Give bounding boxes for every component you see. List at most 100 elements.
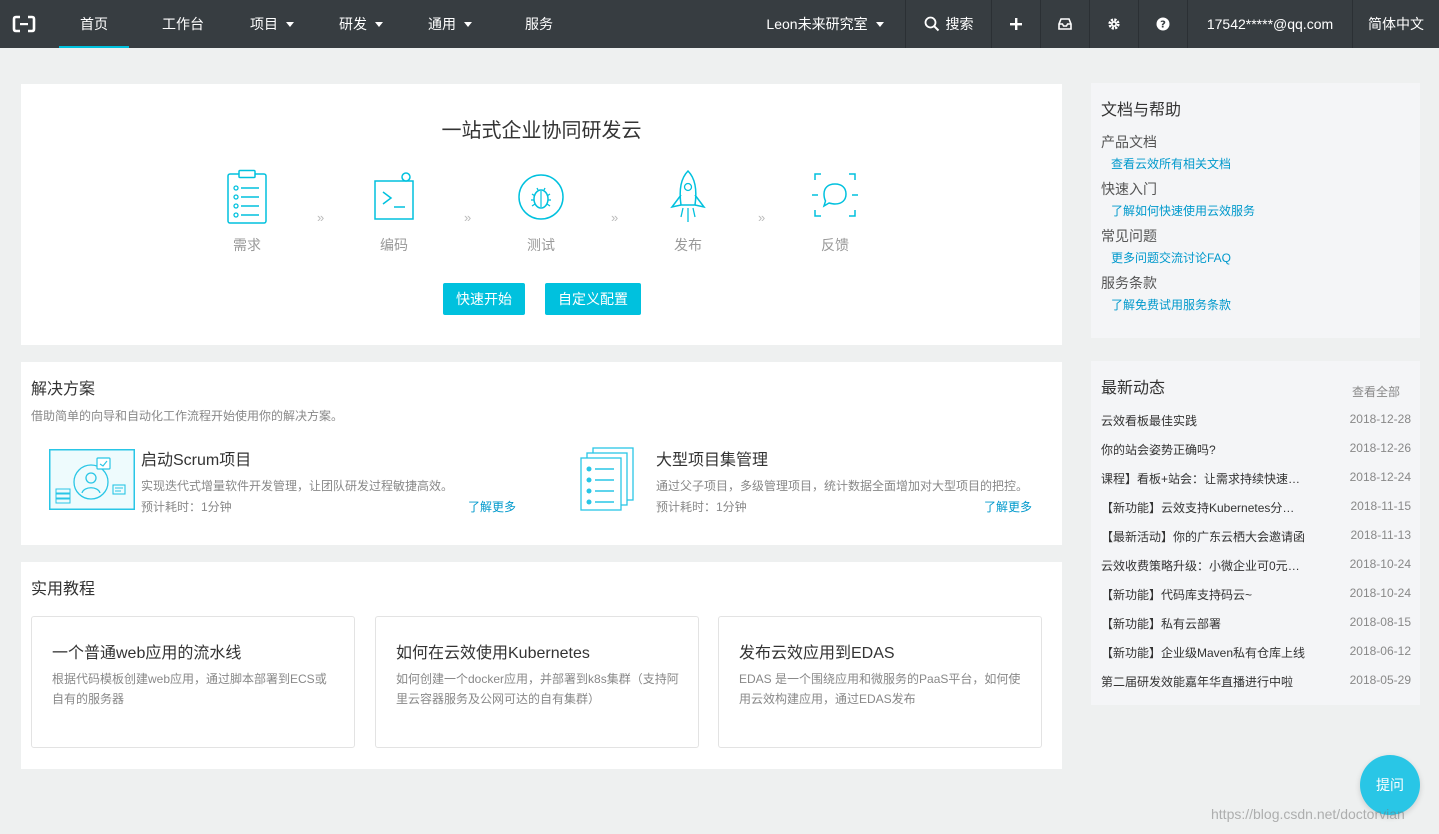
news-item[interactable]: 【新功能】企业级Maven私有仓库上线 2018-06-12 — [1101, 644, 1411, 664]
tutorial-card[interactable]: 发布云效应用到EDAS EDAS 是一个围绕应用和微服务的PaaS平台，如何使用… — [718, 616, 1042, 748]
tutorial-description: EDAS 是一个围绕应用和微服务的PaaS平台，如何使用云效构建应用，通过EDA… — [739, 672, 1021, 706]
help-button[interactable]: ? — [1138, 0, 1187, 48]
step-feedback[interactable]: 反馈 — [790, 169, 880, 255]
view-all-link[interactable]: 查看全部 — [1352, 383, 1400, 400]
news-title: 课程】看板+站会：让需求持续快速交付 — [1101, 472, 1306, 486]
bug-icon — [518, 174, 564, 220]
news-item[interactable]: 云效收费策略升级：小微企业可0元使用 2018-10-24 — [1101, 557, 1411, 577]
section-title: 实用教程 — [31, 581, 96, 598]
section-title: 解决方案 — [31, 381, 96, 398]
search-icon — [924, 16, 939, 32]
chevron-down-icon — [875, 21, 884, 27]
step-label: 反馈 — [821, 237, 849, 253]
step-testing[interactable]: 测试 — [496, 169, 586, 255]
help-icon: ? — [1156, 17, 1170, 31]
settings-button[interactable] — [1089, 0, 1138, 48]
solution-title[interactable]: 大型项目集管理 — [656, 446, 768, 470]
news-date: 2018-05-29 — [1349, 673, 1411, 687]
quick-start-button[interactable]: 快速开始 — [443, 283, 525, 315]
news-title: 【最新活动】你的广东云栖大会邀请函 — [1101, 530, 1306, 544]
watermark: https://blog.csdn.net/doctorvian — [1211, 806, 1405, 822]
chevron-right-icon: » — [317, 210, 324, 225]
news-date: 2018-12-26 — [1349, 441, 1411, 455]
news-date: 2018-08-15 — [1349, 615, 1411, 629]
step-label: 发布 — [674, 237, 702, 253]
solution-title[interactable]: 启动Scrum项目 — [141, 446, 251, 470]
news-title: 【新功能】云效支持Kubernetes分批发布 — [1101, 501, 1306, 515]
help-link[interactable]: 查看云效所有相关文档 — [1111, 155, 1231, 172]
help-link[interactable]: 了解免费试用服务条款 — [1111, 296, 1231, 313]
news-item[interactable]: 你的站会姿势正确吗? 2018-12-26 — [1101, 441, 1411, 461]
news-title: 云效收费策略升级：小微企业可0元使用 — [1101, 559, 1306, 573]
chevron-down-icon — [286, 21, 294, 27]
solutions-card: 解决方案 借助简单的向导和自动化工作流程开始使用你的解决方案。 启动Scrum项… — [21, 362, 1062, 545]
account-menu[interactable]: 17542*****@qq.com — [1187, 0, 1352, 48]
inbox-icon — [1058, 18, 1072, 30]
solution-time: 预计耗时：1分钟 — [141, 500, 232, 514]
add-button[interactable] — [991, 0, 1040, 48]
help-category: 快速入门 — [1101, 181, 1157, 197]
section-description: 借助简单的向导和自动化工作流程开始使用你的解决方案。 — [31, 409, 344, 423]
chevron-down-icon — [464, 21, 472, 27]
tutorial-title: 发布云效应用到EDAS — [739, 645, 895, 662]
news-title: 【新功能】企业级Maven私有仓库上线 — [1101, 646, 1306, 660]
news-item[interactable]: 【最新活动】你的广东云栖大会邀请函 2018-11-13 — [1101, 528, 1411, 548]
language-selector[interactable]: 简体中文 — [1352, 0, 1439, 48]
hero-title: 一站式企业协同研发云 — [441, 120, 642, 142]
news-item[interactable]: 云效看板最佳实践 2018-12-28 — [1101, 412, 1411, 432]
step-release[interactable]: 发布 — [643, 169, 733, 255]
tutorial-description: 如何创建一个docker应用，并部署到k8s集群（支持阿里云容器服务及公网可达的… — [396, 672, 679, 706]
news-date: 2018-12-28 — [1349, 412, 1411, 426]
help-category: 产品文档 — [1101, 134, 1157, 150]
news-title: 【新功能】私有云部署 — [1101, 617, 1222, 631]
learn-more-link[interactable]: 了解更多 — [468, 498, 516, 515]
nav-projects[interactable]: 项目 — [237, 0, 307, 48]
inbox-button[interactable] — [1040, 0, 1089, 48]
step-coding[interactable]: 编码 — [349, 169, 439, 255]
step-label: 测试 — [527, 237, 555, 253]
step-label: 需求 — [233, 237, 261, 253]
news-item[interactable]: 【新功能】代码库支持码云~ 2018-10-24 — [1101, 586, 1411, 606]
scrum-illustration — [49, 449, 135, 510]
docs-help-panel: 文档与帮助 产品文档 查看云效所有相关文档 快速入门 了解如何快速使用云效服务 … — [1091, 83, 1420, 338]
news-item[interactable]: 课程】看板+站会：让需求持续快速交付 2018-12-24 — [1101, 470, 1411, 490]
panel-title: 文档与帮助 — [1101, 102, 1182, 119]
help-link[interactable]: 更多问题交流讨论FAQ — [1111, 249, 1231, 266]
step-requirement[interactable]: 需求 — [202, 169, 292, 255]
nav-workbench[interactable]: 工作台 — [148, 0, 218, 48]
tutorial-card[interactable]: 如何在云效使用Kubernetes 如何创建一个docker应用，并部署到k8s… — [375, 616, 699, 748]
news-item[interactable]: 第二届研发效能嘉年华直播进行中啦 2018-05-29 — [1101, 673, 1411, 693]
search-button[interactable]: 搜索 — [905, 0, 991, 48]
nav-home[interactable]: 首页 — [59, 0, 129, 48]
news-title: 【新功能】代码库支持码云~ — [1101, 588, 1253, 602]
tutorial-card[interactable]: 一个普通web应用的流水线 根据代码模板创建web应用，通过脚本部署到ECS或自… — [31, 616, 355, 748]
tutorial-title: 一个普通web应用的流水线 — [52, 645, 242, 662]
news-title: 你的站会姿势正确吗? — [1101, 443, 1216, 457]
nav-general[interactable]: 通用 — [415, 0, 485, 48]
news-date: 2018-12-24 — [1349, 470, 1411, 484]
news-title: 第二届研发效能嘉年华直播进行中啦 — [1101, 675, 1294, 689]
feedback-icon — [812, 173, 858, 217]
news-date: 2018-06-12 — [1349, 644, 1411, 658]
news-date: 2018-11-13 — [1350, 528, 1412, 542]
help-category: 常见问题 — [1101, 228, 1157, 244]
news-item[interactable]: 【新功能】私有云部署 2018-08-15 — [1101, 615, 1411, 635]
news-title: 云效看板最佳实践 — [1101, 414, 1198, 428]
logo-icon[interactable] — [0, 0, 48, 48]
nav-services[interactable]: 服务 — [504, 0, 574, 48]
top-nav: 首页 工作台 项目 研发 通用 服务 Leon未来研究室 搜索 ? 17542*… — [0, 0, 1439, 48]
org-selector[interactable]: Leon未来研究室 — [745, 0, 905, 48]
plus-icon — [1010, 18, 1022, 30]
hero-card: 一站式企业协同研发云 需求 » 编码 » 测试 » 发布 » 反馈 快速开始 自… — [21, 84, 1062, 345]
custom-config-button[interactable]: 自定义配置 — [545, 283, 641, 315]
learn-more-link[interactable]: 了解更多 — [984, 498, 1032, 515]
chevron-right-icon: » — [464, 210, 471, 225]
nav-dev[interactable]: 研发 — [326, 0, 396, 48]
checklist-icon — [227, 169, 267, 224]
chevron-down-icon — [375, 21, 383, 27]
terminal-icon — [374, 172, 414, 220]
help-link[interactable]: 了解如何快速使用云效服务 — [1111, 202, 1255, 219]
news-item[interactable]: 【新功能】云效支持Kubernetes分批发布 2018-11-15 — [1101, 499, 1411, 519]
news-panel: 最新动态 查看全部 云效看板最佳实践 2018-12-28 你的站会姿势正确吗? 20… — [1091, 361, 1420, 705]
panel-title: 最新动态 — [1101, 380, 1166, 397]
